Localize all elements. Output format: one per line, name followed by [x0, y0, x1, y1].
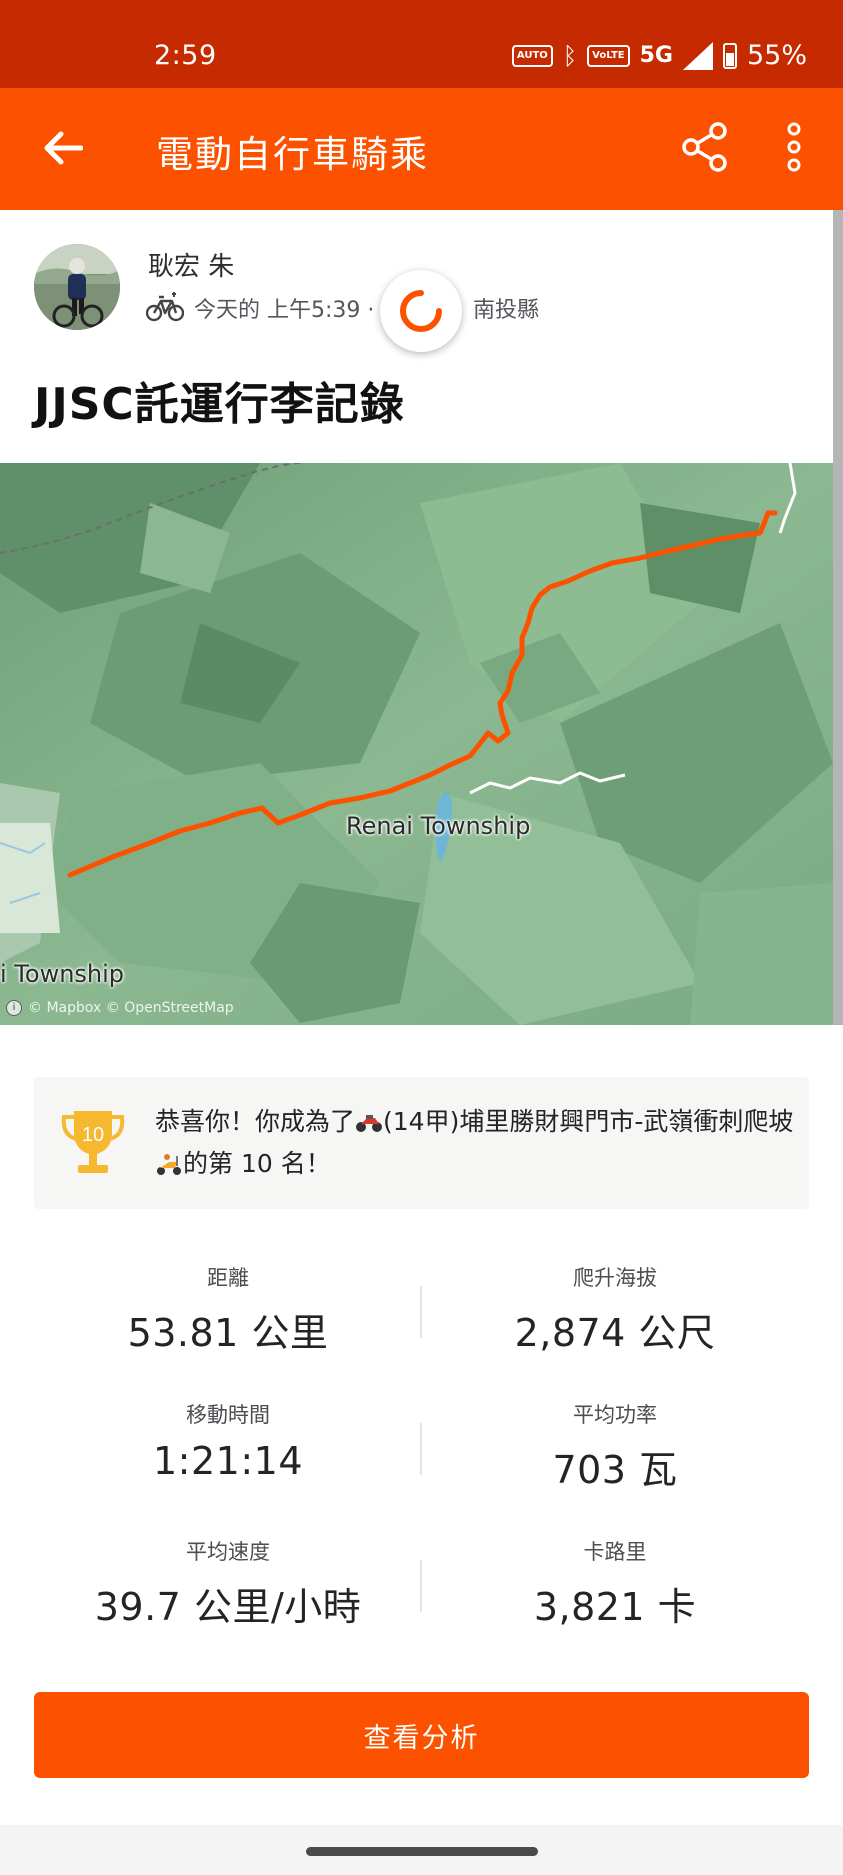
signal-icon	[682, 41, 713, 70]
scrollbar[interactable]	[833, 210, 843, 1025]
achievement-text-before: 恭喜你！你成為了	[155, 1107, 356, 1136]
map-label-township: i Township	[0, 960, 125, 988]
more-vert-icon	[787, 122, 801, 172]
more-options-button[interactable]	[764, 114, 824, 180]
info-icon[interactable]: i	[6, 1000, 22, 1016]
trophy-icon: 10	[61, 1111, 125, 1173]
map-terrain	[0, 463, 833, 1025]
stat-label: 移動時間	[186, 1403, 270, 1427]
activity-datetime: 今天的 上午5:39 ·	[194, 298, 375, 323]
activity-location: 南投縣	[473, 298, 540, 323]
ebike-icon	[146, 292, 184, 322]
stat-value: 3,821 卡	[533, 1585, 697, 1629]
network-type: 5G	[639, 43, 673, 68]
stat-average-power: 平均功率 703 瓦	[405, 1399, 825, 1494]
status-bar: 2:59 AUTO ᛒ VoLTE 5G 55%	[0, 0, 843, 88]
achievement-text: 恭喜你！你成為了 (14甲)埔里勝財興門市-武嶺衝刺爬坡的第 10 名！	[155, 1101, 795, 1185]
loading-icon	[400, 290, 442, 332]
arrow-back-icon	[44, 131, 83, 165]
stat-value: 703 瓦	[552, 1448, 678, 1492]
battery-icon	[722, 42, 737, 69]
stat-label: 卡路里	[583, 1540, 647, 1564]
stat-value: 2,874 公尺	[514, 1311, 716, 1355]
loading-spinner	[380, 270, 462, 352]
stat-value: 53.81 公里	[127, 1311, 329, 1355]
athlete-avatar[interactable]	[34, 244, 120, 330]
segment-name[interactable]: (14甲)埔里勝財興門市-武嶺衝刺爬坡	[383, 1107, 793, 1136]
cyclist-photo	[34, 244, 120, 330]
view-analysis-button[interactable]: 查看分析	[34, 1692, 809, 1778]
route-map[interactable]	[0, 463, 833, 1025]
stat-label: 平均速度	[186, 1540, 270, 1564]
stat-label: 平均功率	[573, 1403, 657, 1427]
stat-average-speed: 平均速度 39.7 公里/小時	[18, 1536, 438, 1631]
stat-label: 距離	[207, 1266, 249, 1290]
share-icon	[682, 122, 727, 172]
stat-distance: 距離 53.81 公里	[18, 1262, 438, 1357]
navigation-bar	[0, 1825, 843, 1875]
battery-percent: 55%	[746, 40, 807, 71]
athlete-name[interactable]: 耿宏 朱	[148, 246, 234, 283]
scooter-icon	[157, 1154, 181, 1175]
app-title: 電動自行車騎乘	[156, 133, 429, 176]
stat-value: 39.7 公里/小時	[94, 1585, 362, 1629]
motorcycle-icon	[356, 1115, 383, 1132]
bluetooth-icon: ᛒ	[562, 41, 578, 70]
volte-icon: VoLTE	[587, 44, 630, 67]
app-bar: 電動自行車騎乘	[0, 88, 843, 210]
stat-moving-time: 移動時間 1:21:14	[18, 1399, 438, 1483]
share-button[interactable]	[672, 114, 738, 180]
stat-elevation-gain: 爬升海拔 2,874 公尺	[405, 1262, 825, 1357]
status-time: 2:59	[154, 40, 217, 71]
stat-calories: 卡路里 3,821 卡	[405, 1536, 825, 1631]
stat-label: 爬升海拔	[573, 1266, 657, 1290]
activity-title: JJSC託運行李記錄	[34, 379, 405, 430]
map-attribution[interactable]: i © Mapbox © OpenStreetMap	[6, 1000, 234, 1016]
achievement-card[interactable]: 10 恭喜你！你成為了 (14甲)埔里勝財興門市-武嶺衝刺爬坡的第 10 名！	[34, 1077, 809, 1209]
auto-brightness-icon: AUTO	[511, 44, 553, 67]
stat-value: 1:21:14	[153, 1439, 303, 1483]
trophy-rank: 10	[82, 1124, 104, 1146]
back-button[interactable]	[30, 115, 96, 181]
map-attribution-text: © Mapbox © OpenStreetMap	[28, 1000, 234, 1016]
achievement-text-after: 的第 10 名！	[183, 1149, 331, 1178]
home-gesture-handle[interactable]	[306, 1847, 538, 1856]
map-label-renai-township: Renai Township	[346, 812, 531, 840]
status-icons: AUTO ᛒ VoLTE 5G 55%	[511, 40, 807, 71]
